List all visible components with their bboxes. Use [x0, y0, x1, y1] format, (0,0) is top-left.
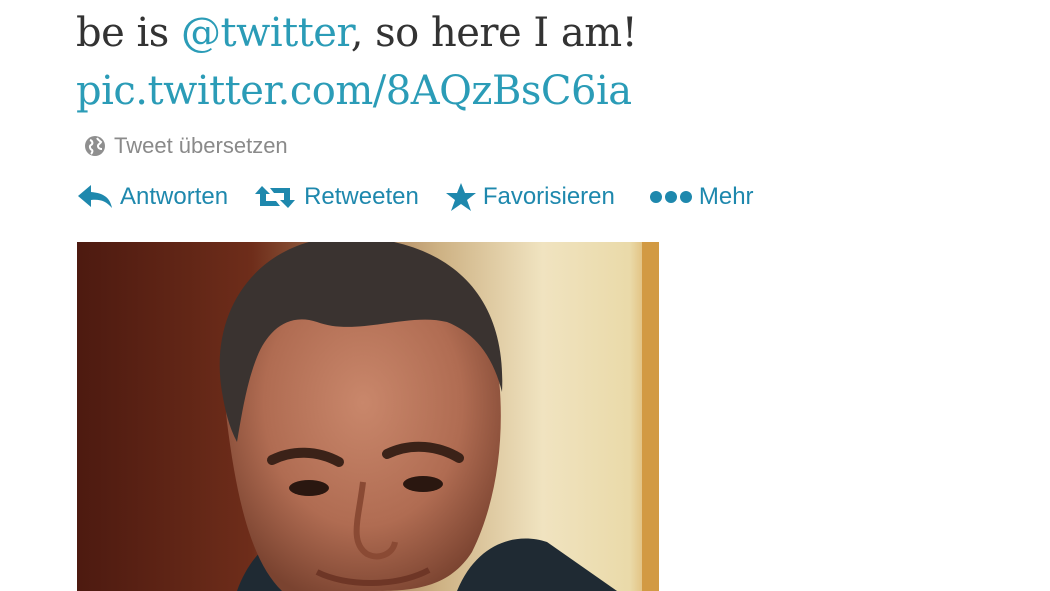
translate-label: Tweet übersetzen	[114, 133, 288, 158]
more-dots-icon	[649, 189, 693, 205]
reply-button[interactable]: Antworten	[76, 182, 228, 212]
tweet-text-suffix: , so here I am!	[350, 10, 638, 56]
reply-label: Antworten	[120, 183, 229, 210]
more-button[interactable]: Mehr	[649, 183, 754, 211]
more-label: Mehr	[698, 183, 754, 210]
globe-icon	[84, 135, 106, 157]
mention-link[interactable]: @twitter	[181, 10, 351, 56]
pic-link[interactable]: pic.twitter.com/8AQzBsC6ia	[76, 68, 632, 114]
tweet-text-prefix: be is	[76, 10, 182, 56]
retweet-button[interactable]: Retweeten	[254, 182, 419, 212]
translate-tweet[interactable]: Tweet übersetzen	[84, 133, 288, 159]
tweet-text-line-1: be is @twitter, so here I am!	[76, 4, 638, 62]
photo-illustration	[77, 242, 659, 591]
tweet-text: be is @twitter, so here I am! pic.twitte…	[76, 4, 638, 120]
favorite-button[interactable]: Favorisieren	[445, 182, 615, 212]
tweet-text-line-2: pic.twitter.com/8AQzBsC6ia	[76, 62, 637, 120]
tweet-actions: Antworten Retweeten Favorisieren Mehr	[76, 182, 780, 212]
retweet-icon	[254, 182, 298, 212]
star-icon	[445, 182, 477, 212]
favorite-label: Favorisieren	[482, 183, 615, 210]
tweet-photo[interactable]	[77, 242, 659, 591]
reply-icon	[76, 182, 114, 212]
retweet-label: Retweeten	[304, 183, 419, 210]
